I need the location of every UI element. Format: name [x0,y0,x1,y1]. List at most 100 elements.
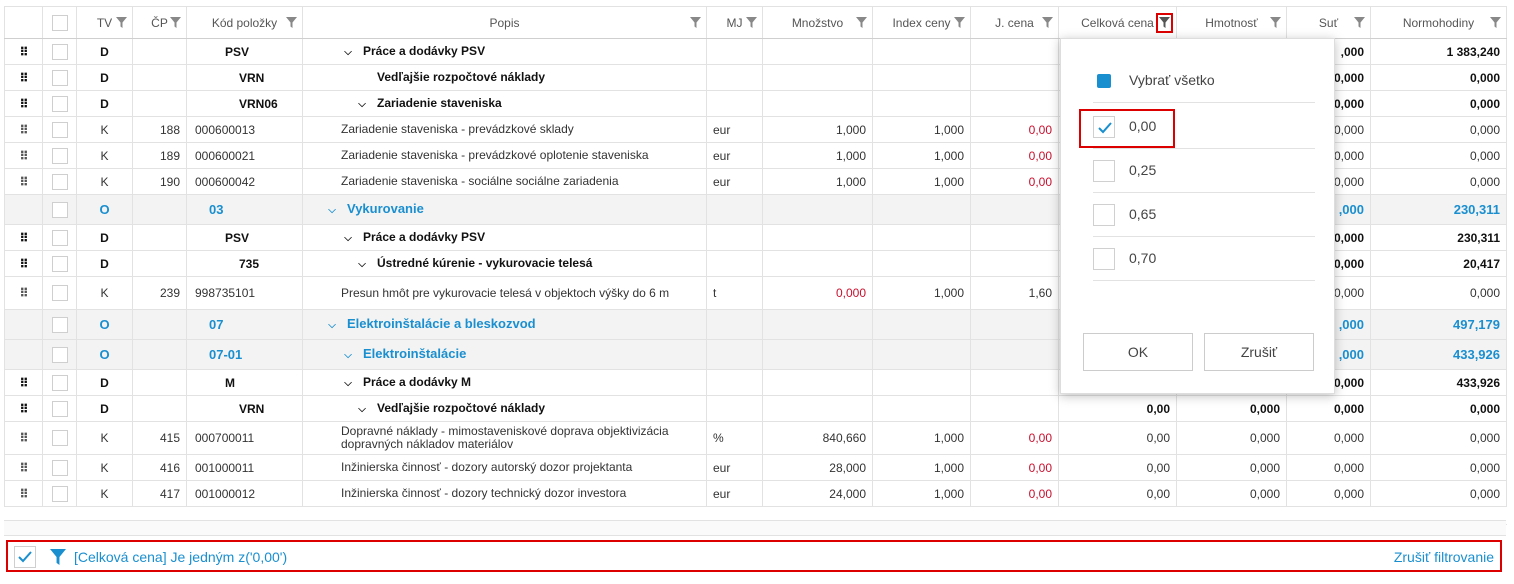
filter-option[interactable]: 0,70 [1093,237,1315,281]
header-tv[interactable]: TV [76,6,133,39]
drag-handle-icon[interactable]: ⠿ [4,168,43,195]
row-checkbox[interactable] [51,121,68,138]
drag-handle-icon[interactable]: ⠿ [4,116,43,143]
chevron-down-icon[interactable]: ⌵ [355,98,369,111]
option-checkbox[interactable] [1093,248,1115,270]
header-celkova[interactable]: Celková cena [1058,6,1177,39]
option-checkbox[interactable] [1093,160,1115,182]
filter-expression[interactable]: [Celková cena] Je jedným z('0,00') [74,549,287,565]
row-select[interactable] [42,64,77,91]
row-select[interactable] [42,480,77,507]
drag-handle-icon[interactable]: ⠿ [4,480,43,507]
header-popis[interactable]: Popis [302,6,707,39]
row-select[interactable] [42,194,77,225]
row-select[interactable] [42,309,77,340]
ok-button[interactable]: OK [1083,333,1193,371]
drag-handle-icon[interactable]: ⠿ [4,64,43,91]
drag-handle-icon[interactable]: ⠿ [4,224,43,251]
filter-icon[interactable] [1354,17,1365,28]
row-checkbox[interactable] [51,485,68,502]
row-checkbox[interactable] [51,201,68,218]
drag-handle-icon[interactable]: ⠿ [4,421,43,455]
row-checkbox[interactable] [51,255,68,272]
row-checkbox[interactable] [51,285,68,301]
filter-icon[interactable] [1270,17,1281,28]
header-jcena[interactable]: J. cena [970,6,1059,39]
row-select[interactable] [42,142,77,169]
select-all-option[interactable]: Vybrať všetko [1093,59,1315,103]
row-checkbox[interactable] [51,69,68,86]
row-select[interactable] [42,421,77,455]
row-checkbox[interactable] [51,43,68,60]
header-cp[interactable]: ČP [132,6,187,39]
chevron-down-icon[interactable]: ⌵ [355,258,369,271]
row-select[interactable] [42,168,77,195]
row-select[interactable] [42,38,77,65]
chevron-down-icon[interactable]: ⌵ [341,232,355,245]
chevron-down-icon[interactable]: ⌵ [325,204,339,217]
row-checkbox[interactable] [51,374,68,391]
drag-handle-icon[interactable]: ⠿ [4,142,43,169]
horizontal-scrollbar[interactable] [4,520,1506,536]
drag-handle-icon[interactable]: ⠿ [4,395,43,422]
header-hmotnost[interactable]: Hmotnosť [1176,6,1287,39]
header-index[interactable]: Index ceny [872,6,971,39]
chevron-down-icon[interactable]: ⌵ [341,377,355,390]
row-checkbox[interactable] [51,229,68,246]
header-select[interactable] [42,6,77,39]
filter-icon[interactable] [286,17,297,28]
filter-icon[interactable] [856,17,867,28]
row-checkbox[interactable] [51,346,68,363]
filter-icon[interactable] [954,17,965,28]
header-normohodiny[interactable]: Normohodiny [1370,6,1507,39]
drag-handle-icon[interactable]: ⠿ [4,369,43,396]
chevron-down-icon[interactable]: ⌵ [341,349,355,362]
row-checkbox[interactable] [51,95,68,112]
filter-enabled-checkbox[interactable] [14,546,36,568]
row-checkbox[interactable] [51,459,68,476]
row-select[interactable] [42,116,77,143]
table-row[interactable]: ⠿ K 416 001000011 Inžinierska činnosť - dozo… [4,454,1507,481]
select-all-checkbox[interactable] [51,14,68,31]
row-checkbox[interactable] [51,400,68,417]
filter-icon[interactable] [116,17,127,28]
header-mj[interactable]: MJ [706,6,763,39]
row-select[interactable] [42,276,77,310]
cancel-button[interactable]: Zrušiť [1204,333,1314,371]
chevron-down-icon[interactable]: ⌵ [341,46,355,59]
chevron-down-icon[interactable]: ⌵ [355,403,369,416]
row-select[interactable] [42,250,77,277]
header-mnozstvo[interactable]: Množstvo [762,6,873,39]
filter-icon[interactable] [690,17,701,28]
row-checkbox[interactable] [51,430,68,446]
header-kod[interactable]: Kód položky [186,6,303,39]
drag-handle-icon[interactable] [4,339,43,370]
row-select[interactable] [42,224,77,251]
row-checkbox[interactable] [51,316,68,333]
header-sut[interactable]: Suť [1286,6,1371,39]
select-all-indicator[interactable] [1093,70,1115,92]
filter-icon[interactable] [1042,17,1053,28]
row-select[interactable] [42,339,77,370]
row-select[interactable] [42,395,77,422]
filter-icon[interactable] [170,17,181,28]
drag-handle-icon[interactable] [4,309,43,340]
filter-icon[interactable] [1490,17,1501,28]
table-row[interactable]: ⠿ D VRN ⌵ Vedľajšie rozpočtové náklady 0,00 0,… [4,395,1507,422]
drag-handle-icon[interactable]: ⠿ [4,250,43,277]
row-checkbox[interactable] [51,173,68,190]
drag-handle-icon[interactable]: ⠿ [4,90,43,117]
row-select[interactable] [42,369,77,396]
drag-handle-icon[interactable]: ⠿ [4,38,43,65]
table-row[interactable]: ⠿ K 417 001000012 Inžinierska činnosť - dozo… [4,480,1507,507]
row-checkbox[interactable] [51,147,68,164]
filter-active-icon[interactable] [1156,13,1173,33]
filter-icon[interactable] [746,17,757,28]
filter-option[interactable]: 0,25 [1093,149,1315,193]
drag-handle-icon[interactable] [4,194,43,225]
table-row[interactable]: ⠿ K 415 000700011 Dopravné náklady - mimosta… [4,421,1507,455]
row-select[interactable] [42,90,77,117]
option-checkbox[interactable] [1093,204,1115,226]
filter-option[interactable]: 0,65 [1093,193,1315,237]
clear-filter-link[interactable]: Zrušiť filtrovanie [1394,549,1494,565]
